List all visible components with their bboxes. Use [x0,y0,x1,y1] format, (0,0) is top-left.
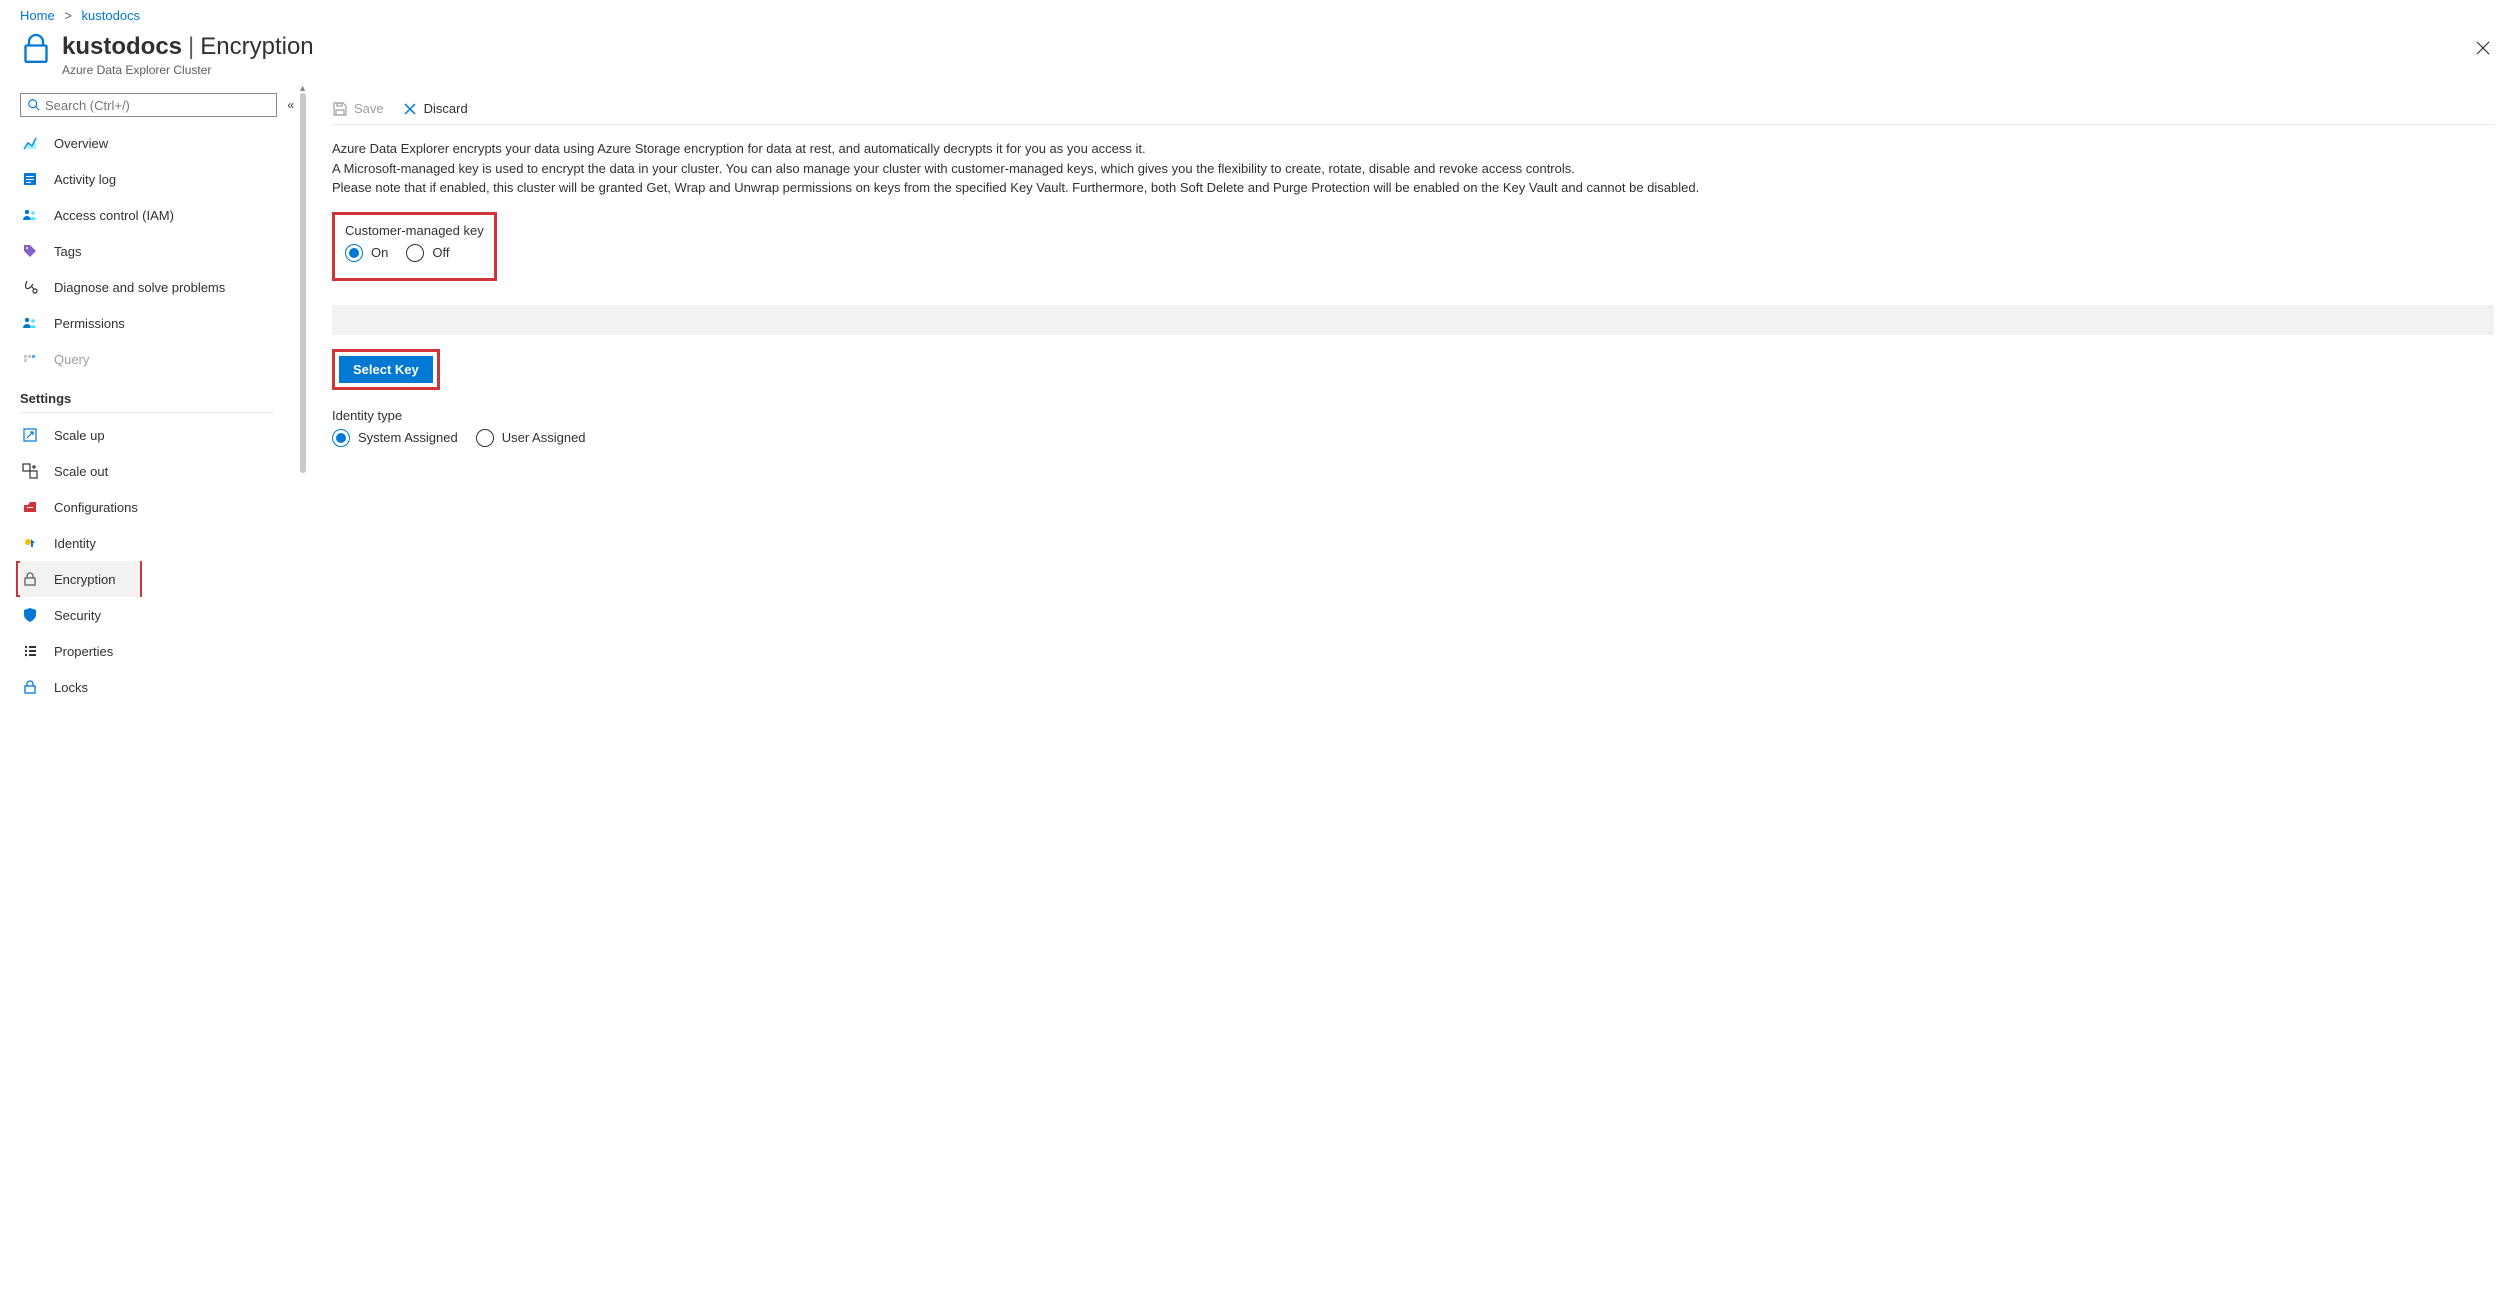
nav-query[interactable]: Query [20,341,306,377]
discard-icon [402,101,418,117]
nav-properties[interactable]: Properties [20,633,306,669]
access-control-icon [22,207,38,223]
encryption-icon [22,571,38,587]
desc-line2: A Microsoft-managed key is used to encry… [332,159,2494,179]
nav-encryption[interactable]: Encryption [20,561,140,597]
cmk-radio-group: On Off [345,244,484,262]
desc-line1: Azure Data Explorer encrypts your data u… [332,139,2494,159]
locks-icon [22,679,38,695]
resource-name: kustodocs [62,33,182,60]
nav-diagnose[interactable]: Diagnose and solve problems [20,269,306,305]
select-key-highlight-box: Select Key [332,349,440,390]
toolbar: Save Discard [332,93,2494,125]
page-header: kustodocs|Encryption Azure Data Explorer… [0,27,2514,93]
overview-icon [22,135,38,151]
cmk-off-label: Off [432,245,449,260]
nav-label: Scale up [54,428,105,443]
nav-label: Query [54,352,89,367]
permissions-icon [22,315,38,331]
nav-overview[interactable]: Overview [20,125,306,161]
nav-label: Locks [54,680,88,695]
diagnose-icon [22,279,38,295]
nav-permissions[interactable]: Permissions [20,305,306,341]
nav-encryption-highlight: Encryption [16,561,142,597]
collapse-sidebar-button[interactable]: « [287,98,294,112]
nav-locks[interactable]: Locks [20,669,306,705]
cmk-off-radio[interactable]: Off [406,244,449,262]
save-button: Save [332,101,384,117]
nav-divider [20,412,274,413]
page-title: kustodocs|Encryption [62,33,2494,61]
nav-label: Properties [54,644,113,659]
identity-icon [22,535,38,551]
search-icon [27,98,41,112]
nav-label: Access control (IAM) [54,208,174,223]
desc-line3: Please note that if enabled, this cluste… [332,178,2494,198]
security-icon [22,607,38,623]
description: Azure Data Explorer encrypts your data u… [332,139,2494,198]
identity-user-radio[interactable]: User Assigned [476,429,586,447]
nav-scale-up[interactable]: Scale up [20,417,306,453]
nav-tags[interactable]: Tags [20,233,306,269]
nav-scale-out[interactable]: Scale out [20,453,306,489]
select-key-button[interactable]: Select Key [339,356,433,383]
breadcrumb-separator: > [64,8,72,23]
configurations-icon [22,499,38,515]
query-icon [22,351,38,367]
resource-icon [20,33,52,65]
save-icon [332,101,348,117]
nav-identity[interactable]: Identity [20,525,306,561]
nav-access-control[interactable]: Access control (IAM) [20,197,306,233]
nav-label: Scale out [54,464,108,479]
nav-configurations[interactable]: Configurations [20,489,306,525]
settings-section-header: Settings [20,391,306,406]
identity-type-label: Identity type [332,408,2494,423]
breadcrumb-home[interactable]: Home [20,8,55,23]
key-info-bar [332,305,2494,335]
nav-security[interactable]: Security [20,597,306,633]
cmk-on-radio[interactable]: On [345,244,388,262]
main-content: Save Discard Azure Data Explorer encrypt… [306,93,2514,705]
breadcrumb: Home > kustodocs [0,0,2514,27]
nav-label: Permissions [54,316,125,331]
nav-label: Tags [54,244,81,259]
breadcrumb-current[interactable]: kustodocs [82,8,141,23]
identity-system-label: System Assigned [358,430,458,445]
nav-label: Diagnose and solve problems [54,280,225,295]
save-label: Save [354,101,384,116]
search-input[interactable] [45,98,270,113]
resource-type: Azure Data Explorer Cluster [62,63,2494,77]
nav-label: Identity [54,536,96,551]
scroll-up-arrow[interactable]: ▲ [298,83,307,93]
nav-label: Encryption [54,572,115,587]
properties-icon [22,643,38,659]
nav-activity-log[interactable]: Activity log [20,161,306,197]
cmk-highlight-box: Customer-managed key On Off [332,212,497,281]
scale-out-icon [22,463,38,479]
discard-button[interactable]: Discard [402,101,468,117]
tags-icon [22,243,38,259]
identity-system-radio[interactable]: System Assigned [332,429,458,447]
nav-label: Configurations [54,500,138,515]
cmk-on-label: On [371,245,388,260]
activity-log-icon [22,171,38,187]
nav-label: Security [54,608,101,623]
scale-up-icon [22,427,38,443]
discard-label: Discard [424,101,468,116]
sidebar: ▲ « Overview Activity log Access control… [0,93,306,705]
identity-user-label: User Assigned [502,430,586,445]
sidebar-search[interactable] [20,93,277,117]
section-name: Encryption [200,33,313,60]
identity-radio-group: System Assigned User Assigned [332,429,2494,447]
nav-label: Overview [54,136,108,151]
nav-label: Activity log [54,172,116,187]
close-button[interactable] [2472,37,2494,64]
cmk-label: Customer-managed key [345,223,484,238]
